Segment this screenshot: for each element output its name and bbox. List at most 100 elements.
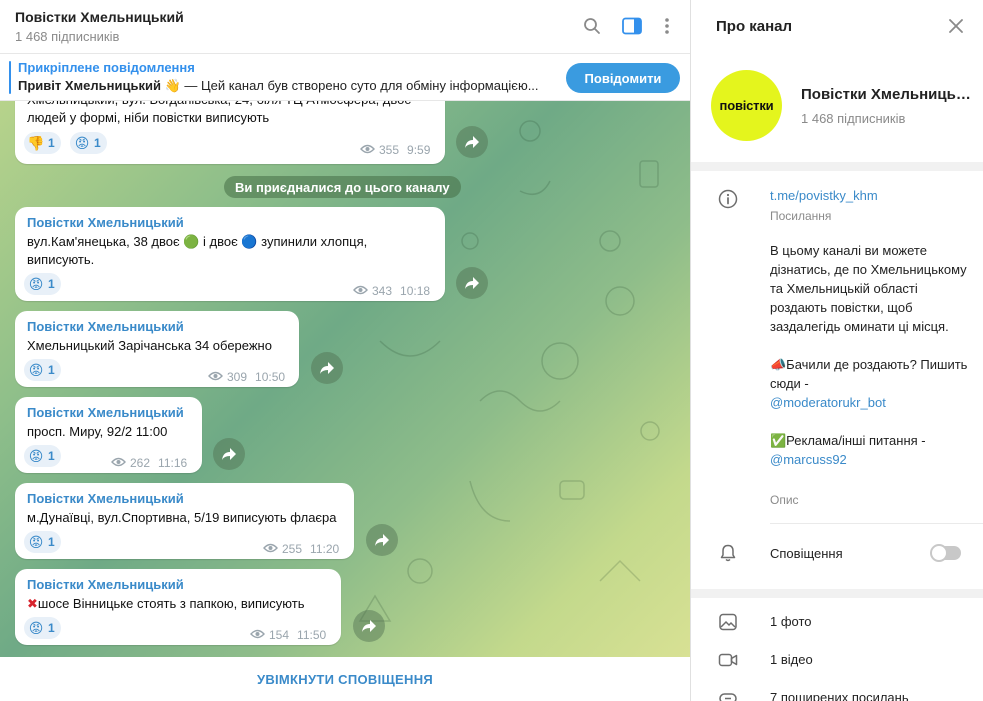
description-paragraph: В цьому каналі ви можете дізнатись, де п… bbox=[770, 243, 967, 334]
message-meta: 255 11:20 bbox=[263, 542, 339, 556]
reaction[interactable]: 😡 1 bbox=[24, 617, 61, 639]
info-header: Про канал повістки Повістки Хмельницький… bbox=[691, 0, 983, 162]
channel-link[interactable]: t.me/povistky_khm bbox=[770, 188, 878, 203]
forward-icon[interactable] bbox=[353, 610, 385, 642]
message-text: м.Дунаївці, вул.Спортивна, 5/19 виписуют… bbox=[27, 510, 337, 525]
views-icon bbox=[263, 542, 278, 556]
message-bubble[interactable]: Повістки Хмельницький вул.Кам'янецька, 3… bbox=[15, 207, 445, 301]
description-paragraph: 📣Бачили де роздають? Пишить сюди - bbox=[770, 357, 968, 391]
reaction[interactable]: 😡 1 bbox=[24, 273, 61, 295]
message-text: виписують. bbox=[27, 252, 95, 267]
message-meta: 154 11:50 bbox=[250, 628, 326, 642]
forward-icon[interactable] bbox=[456, 267, 488, 299]
sidebar-toggle-icon[interactable] bbox=[620, 14, 644, 38]
search-icon[interactable] bbox=[580, 14, 604, 38]
notifications-toggle[interactable] bbox=[930, 544, 961, 562]
message-text: ✖шосе Вінницьке стоять з папкою, виписую… bbox=[27, 595, 304, 613]
message-bubble[interactable]: Повістки Хмельницький м.Дунаївці, вул.Сп… bbox=[15, 483, 354, 559]
views-count: 309 bbox=[227, 370, 248, 384]
link-caption: Посилання bbox=[770, 209, 832, 223]
media-row-photos[interactable]: 1 фото bbox=[691, 603, 983, 641]
bell-icon bbox=[718, 543, 738, 563]
message-author[interactable]: Повістки Хмельницький bbox=[27, 215, 184, 230]
angry-face-icon: 😡 bbox=[28, 619, 44, 636]
views-icon bbox=[360, 143, 375, 157]
reaction-count: 1 bbox=[48, 277, 55, 291]
moderator-link[interactable]: @moderatorukr_bot bbox=[770, 393, 970, 412]
pinned-label: Прикріплене повідомлення bbox=[18, 60, 195, 75]
message-meta: 355 9:59 bbox=[360, 143, 430, 157]
views-icon bbox=[250, 628, 265, 642]
channel-subscribers: 1 468 підписників bbox=[801, 111, 906, 126]
forward-icon[interactable] bbox=[213, 438, 245, 470]
chat-title[interactable]: Повістки Хмельницький bbox=[15, 9, 184, 25]
message-author[interactable]: Повістки Хмельницький bbox=[27, 319, 184, 334]
message-text: вул.Кам'янецька, 38 двоє 🟢 і двоє 🔵 зупи… bbox=[27, 234, 368, 249]
angry-face-icon: 😡 bbox=[28, 533, 44, 550]
message-meta: 309 10:50 bbox=[208, 370, 285, 384]
message-author[interactable]: Повістки Хмельницький bbox=[27, 405, 184, 420]
reaction[interactable]: 👎 1 bbox=[24, 132, 61, 154]
pinned-bold: Привіт Хмельницький 👋 bbox=[18, 78, 181, 93]
views-icon bbox=[208, 370, 223, 384]
forward-icon[interactable] bbox=[366, 524, 398, 556]
message-time: 11:16 bbox=[158, 456, 188, 470]
message-list[interactable]: Хмельницький, вул. Богданівська, 24, біл… bbox=[0, 101, 690, 657]
contact-link[interactable]: @marcuss92 bbox=[770, 450, 970, 469]
media-row-links[interactable]: 7 поширених посилань bbox=[691, 679, 983, 701]
reaction[interactable]: 😡 1 bbox=[24, 531, 61, 553]
views-count: 343 bbox=[372, 284, 393, 298]
channel-avatar[interactable]: повістки bbox=[711, 70, 782, 141]
pinned-message-bar[interactable]: Прикріплене повідомлення Привіт Хмельниц… bbox=[0, 54, 690, 101]
forward-icon[interactable] bbox=[311, 352, 343, 384]
more-vertical-icon[interactable] bbox=[655, 14, 679, 38]
angry-face-icon: 😡 bbox=[28, 361, 44, 378]
media-label: 1 фото bbox=[770, 614, 812, 629]
message-bubble[interactable]: Повістки Хмельницький просп. Миру, 92/2 … bbox=[15, 397, 202, 473]
channel-description: В цьому каналі ви можете дізнатись, де п… bbox=[770, 241, 970, 469]
message-bubble[interactable]: Хмельницький, вул. Богданівська, 24, біл… bbox=[15, 101, 445, 164]
media-label: 7 поширених посилань bbox=[770, 690, 909, 701]
report-button[interactable]: Повідомити bbox=[566, 63, 680, 93]
pinned-body: — Цей канал був створено суто для обміну… bbox=[180, 78, 539, 93]
pinned-indicator bbox=[9, 61, 11, 94]
message-author[interactable]: Повістки Хмельницький bbox=[27, 491, 184, 506]
shared-media-list: 1 фото 1 відео 7 поширених посилань bbox=[691, 598, 983, 701]
angry-face-icon: 😡 bbox=[28, 447, 44, 464]
message-meta: 262 11:16 bbox=[111, 456, 187, 470]
angry-face-icon: 😡 bbox=[74, 134, 90, 151]
reaction[interactable]: 😡 1 bbox=[70, 132, 107, 154]
message-text-body: шосе Вінницьке стоять з папкою, виписуют… bbox=[37, 596, 305, 611]
views-count: 355 bbox=[379, 143, 400, 157]
avatar-text: повістки bbox=[719, 98, 774, 113]
message-time: 9:59 bbox=[407, 143, 431, 157]
message-bubble[interactable]: Повістки Хмельницький ✖шосе Вінницьке ст… bbox=[15, 569, 341, 645]
close-icon[interactable] bbox=[946, 16, 966, 36]
message-bubble[interactable]: Повістки Хмельницький Хмельницький Заріч… bbox=[15, 311, 299, 387]
enable-notifications-button[interactable]: УВІМКНУТИ СПОВІЩЕННЯ bbox=[257, 672, 433, 687]
video-icon bbox=[718, 650, 738, 670]
message-meta: 343 10:18 bbox=[353, 284, 430, 298]
reaction-count: 1 bbox=[48, 136, 55, 150]
message-author[interactable]: Повістки Хмельницький bbox=[27, 577, 184, 592]
chat-header[interactable]: Повістки Хмельницький 1 468 підписників bbox=[0, 0, 690, 54]
views-count: 154 bbox=[269, 628, 290, 642]
toggle-knob bbox=[930, 544, 948, 562]
reaction-count: 1 bbox=[94, 136, 101, 150]
joined-notice: Ви приєдналися до цього каналу bbox=[224, 176, 461, 198]
reaction-count: 1 bbox=[48, 621, 55, 635]
chat-subscribers: 1 468 підписників bbox=[15, 29, 120, 44]
link-icon bbox=[718, 688, 738, 701]
notifications-label: Сповіщення bbox=[770, 546, 843, 561]
reaction[interactable]: 😡 1 bbox=[24, 445, 61, 467]
reaction[interactable]: 😡 1 bbox=[24, 359, 61, 381]
message-text: Хмельницький Зарічанська 34 обережно bbox=[27, 338, 272, 353]
message-text: Хмельницький, вул. Богданівська, 24, біл… bbox=[27, 101, 411, 109]
message-text: людей у формі, ніби повістки виписують bbox=[27, 110, 270, 125]
divider bbox=[770, 523, 983, 524]
forward-icon[interactable] bbox=[456, 126, 488, 158]
description-caption: Опис bbox=[770, 493, 799, 507]
reaction-count: 1 bbox=[48, 363, 55, 377]
media-row-videos[interactable]: 1 відео bbox=[691, 641, 983, 679]
photo-icon bbox=[718, 612, 738, 632]
